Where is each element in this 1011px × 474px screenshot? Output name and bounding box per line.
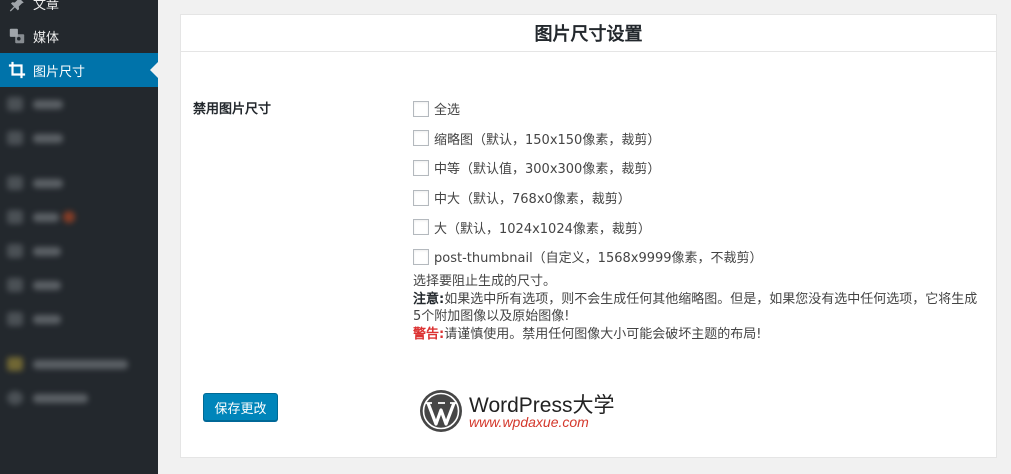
crop-icon xyxy=(7,60,27,80)
sidebar-item-posts[interactable]: 文章 xyxy=(0,0,158,20)
option-label: post-thumbnail（自定义，1568x9999像素，不裁剪） xyxy=(434,251,763,267)
size-options-list: 全选 缩略图（默认，150x150像素，裁剪） 中等（默认值，300x300像素… xyxy=(413,94,763,272)
sidebar-item-blurred[interactable] xyxy=(0,381,158,415)
pin-icon xyxy=(7,0,27,13)
option-label: 大（默认，1024x1024像素，裁剪） xyxy=(434,221,651,237)
post-thumbnail-checkbox[interactable] xyxy=(413,248,429,265)
panel-header: 图片尺寸设置 xyxy=(181,15,996,52)
sidebar-item-media[interactable]: 媒体 xyxy=(0,19,158,53)
option-post-thumbnail[interactable]: post-thumbnail（自定义，1568x9999像素，不裁剪） xyxy=(413,242,763,272)
sidebar-item-blurred[interactable] xyxy=(0,234,158,268)
option-medium-large[interactable]: 中大（默认，768x0像素，裁剪） xyxy=(413,183,763,213)
sidebar-item-blurred[interactable] xyxy=(0,121,158,155)
admin-sidebar: 文章 媒体 图片尺寸 xyxy=(0,0,158,474)
sidebar-item-blurred[interactable] xyxy=(0,268,158,302)
medium-large-checkbox[interactable] xyxy=(413,189,429,206)
sidebar-item-image-sizes[interactable]: 图片尺寸 xyxy=(0,53,158,87)
media-icon xyxy=(7,26,27,46)
warning-paragraph: 警告:请谨慎使用。禁用任何图像大小可能会破坏主题的布局! xyxy=(413,326,983,344)
option-label: 全选 xyxy=(434,103,461,119)
page-title: 图片尺寸设置 xyxy=(534,24,643,45)
sidebar-item-blurred[interactable] xyxy=(0,200,158,234)
option-thumbnail[interactable]: 缩略图（默认，150x150像素，裁剪） xyxy=(413,124,763,154)
sidebar-item-label: 文章 xyxy=(33,0,60,13)
sidebar-item-blurred[interactable] xyxy=(0,87,158,121)
description-text: 选择要阻止生成的尺寸。 xyxy=(413,274,557,289)
option-label: 缩略图（默认，150x150像素，裁剪） xyxy=(434,132,661,148)
warning-label: 警告: xyxy=(413,326,445,342)
sidebar-item-blurred[interactable] xyxy=(0,347,158,381)
options-description: 选择要阻止生成的尺寸。 注意:如果选中所有选项，则不会生成任何其他缩略图。但是，… xyxy=(413,273,983,343)
option-medium[interactable]: 中等（默认值，300x300像素，裁剪） xyxy=(413,153,763,183)
settings-panel: 图片尺寸设置 禁用图片尺寸 全选 缩略图（默认，150x150像素，裁剪） 中等… xyxy=(180,14,997,458)
large-checkbox[interactable] xyxy=(413,219,429,236)
note-label: 注意: xyxy=(413,291,445,307)
warning-text: 请谨慎使用。禁用任何图像大小可能会破坏主题的布局! xyxy=(444,326,762,342)
select-all-checkbox[interactable] xyxy=(413,100,429,117)
sidebar-item-blurred[interactable] xyxy=(0,302,158,336)
option-select-all[interactable]: 全选 xyxy=(413,94,763,124)
update-badge xyxy=(63,211,75,223)
sidebar-item-label: 图片尺寸 xyxy=(33,64,86,80)
save-changes-button[interactable]: 保存更改 xyxy=(203,393,278,421)
wordpress-logo-icon xyxy=(420,390,462,432)
option-label: 中等（默认值，300x300像素，裁剪） xyxy=(434,162,661,178)
disable-sizes-label: 禁用图片尺寸 xyxy=(193,102,272,117)
sidebar-item-label: 媒体 xyxy=(33,30,60,46)
option-large[interactable]: 大（默认，1024x1024像素，裁剪） xyxy=(413,212,763,242)
wpdaxue-logo: WordPress大学 www.wpdaxue.com xyxy=(419,387,619,437)
thumbnail-checkbox[interactable] xyxy=(413,130,429,147)
sidebar-item-blurred[interactable] xyxy=(0,166,158,200)
option-label: 中大（默认，768x0像素，裁剪） xyxy=(434,192,631,208)
medium-checkbox[interactable] xyxy=(413,159,429,176)
note-paragraph: 注意:如果选中所有选项，则不会生成任何其他缩略图。但是，如果您没有选中任何选项，… xyxy=(413,291,983,326)
logo-url: www.wpdaxue.com xyxy=(469,414,589,430)
note-text: 如果选中所有选项，则不会生成任何其他缩略图。但是，如果您没有选中任何选项，它将生… xyxy=(413,291,978,325)
